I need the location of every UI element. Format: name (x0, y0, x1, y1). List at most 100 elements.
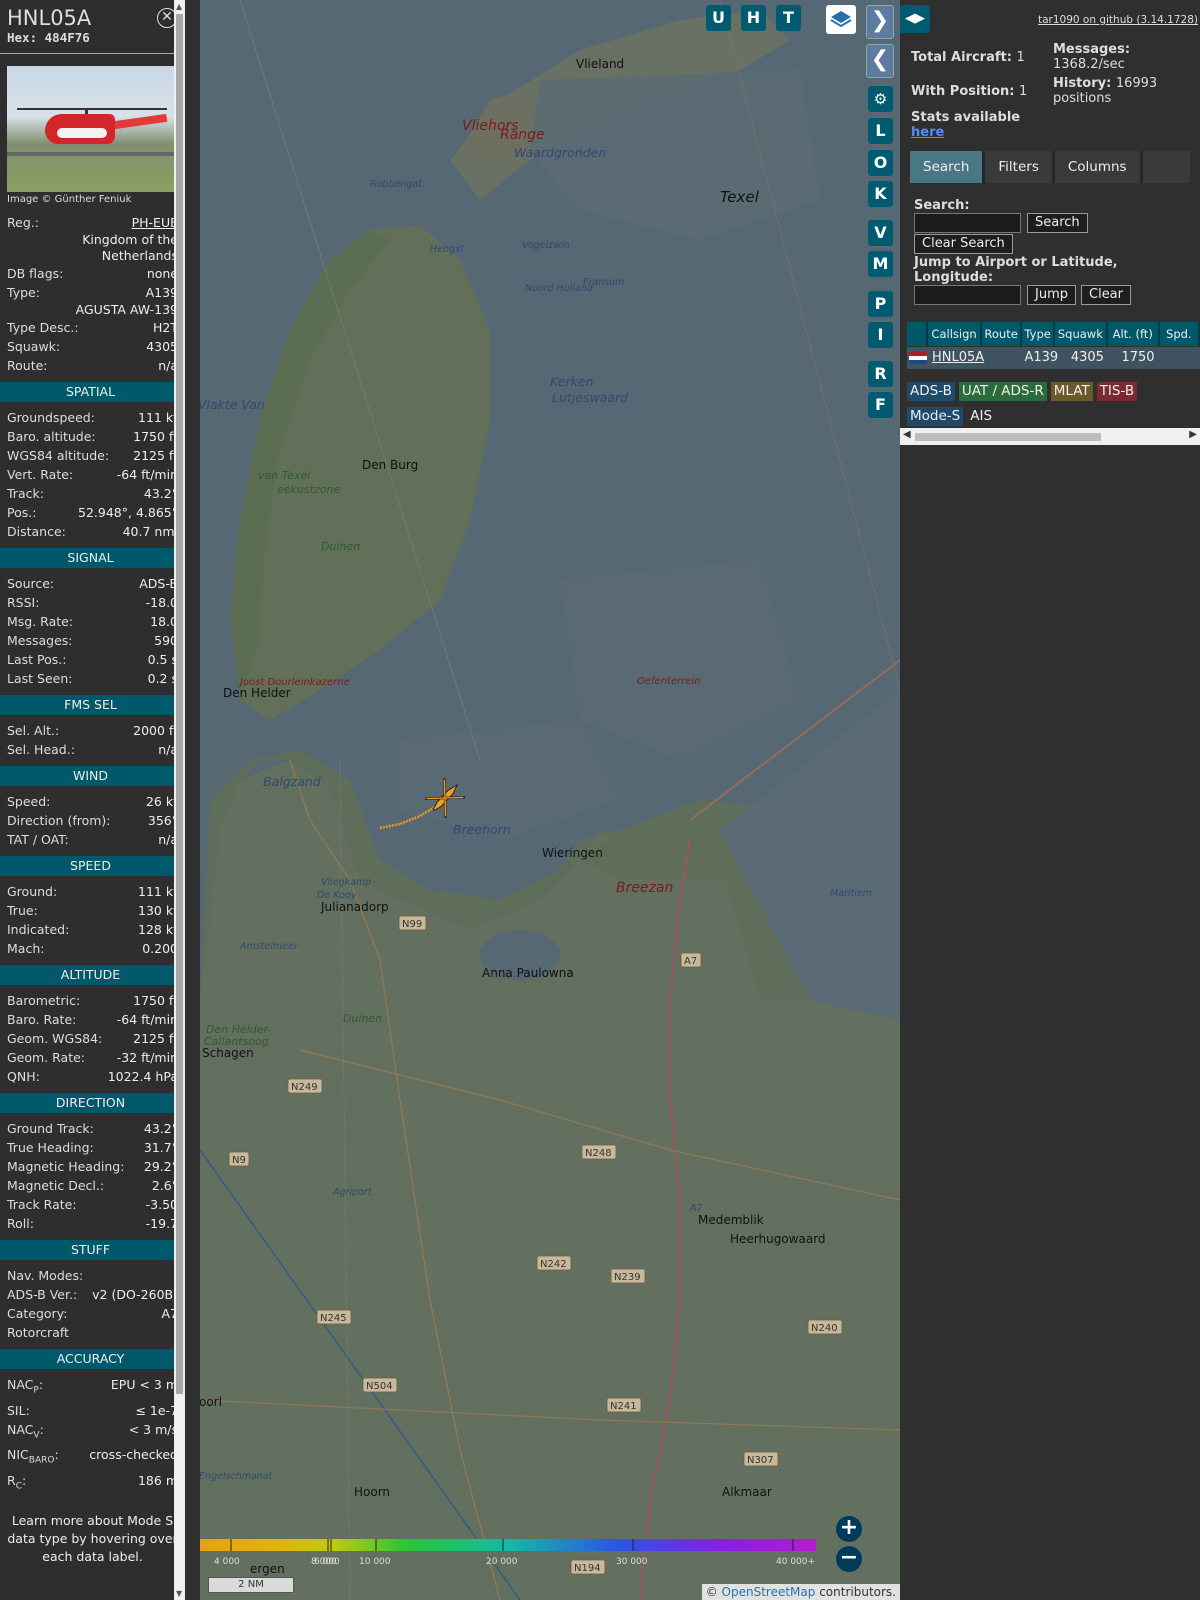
info-label[interactable]: Track: (7, 484, 44, 503)
info-value: ≤ 1e-7 (135, 1402, 178, 1418)
settings-gear-icon[interactable]: ⚙ (868, 86, 893, 112)
info-label[interactable]: Msg. Rate: (7, 612, 73, 631)
info-label[interactable]: NICBARO: (7, 1445, 59, 1471)
info-label[interactable]: Vert. Rate: (7, 465, 73, 484)
info-label[interactable]: NACP: (7, 1375, 43, 1401)
info-label[interactable]: Ground Track: (7, 1119, 94, 1138)
info-label[interactable]: Rotorcraft (7, 1323, 69, 1342)
map-button-u[interactable]: U (706, 5, 731, 31)
info-label[interactable]: Baro. altitude: (7, 427, 96, 446)
info-label[interactable]: Mach: (7, 939, 44, 958)
column-header[interactable]: Callsign (928, 322, 980, 346)
info-label[interactable]: QNH: (7, 1067, 40, 1086)
section-header-signal[interactable]: SIGNAL (0, 548, 181, 568)
info-label[interactable]: Direction (from): (7, 811, 111, 830)
column-header[interactable]: Type (1022, 322, 1053, 346)
map-button-f[interactable]: F (868, 392, 893, 418)
info-label[interactable]: Ground: (7, 882, 57, 901)
info-label[interactable]: Messages: (7, 631, 73, 650)
sidebar-scrollbar[interactable]: ▲ ▼ (174, 0, 185, 1600)
info-value: 1750 ft (133, 429, 178, 444)
info-label[interactable]: Barometric: (7, 991, 80, 1010)
section-header-altitude[interactable]: ALTITUDE (0, 965, 181, 985)
info-label[interactable]: Magnetic Decl.: (7, 1176, 104, 1195)
section-header-stuff[interactable]: STUFF (0, 1240, 181, 1260)
map-button-h[interactable]: H (741, 5, 766, 31)
info-label[interactable]: Sel. Alt.: (7, 721, 59, 740)
zoom-in-button[interactable]: + (836, 1516, 862, 1542)
section-header-direction[interactable]: DIRECTION (0, 1093, 181, 1113)
zoom-out-button[interactable]: − (836, 1546, 862, 1572)
column-header[interactable]: Spd. (1159, 322, 1198, 346)
cell-callsign[interactable]: HNL05A (929, 347, 984, 369)
info-label[interactable]: Groundspeed: (7, 408, 95, 427)
clear-search-button[interactable]: Clear Search (914, 234, 1013, 254)
info-label[interactable]: Last Pos.: (7, 650, 66, 669)
info-row: WGS84 altitude: 2125 ft (0, 446, 185, 465)
section-header-fms-sel[interactable]: FMS SEL (0, 695, 181, 715)
stats-here-link[interactable]: here (911, 125, 944, 140)
info-label[interactable]: RC: (7, 1471, 26, 1497)
info-label[interactable]: NACV: (7, 1420, 44, 1446)
registration-link[interactable]: PH-EUE (132, 213, 178, 232)
info-label[interactable]: Distance: (7, 522, 66, 541)
info-label[interactable]: Geom. Rate: (7, 1048, 85, 1067)
info-label[interactable]: Roll: (7, 1214, 34, 1233)
map-button-i[interactable]: I (868, 322, 893, 348)
jump-input[interactable] (914, 285, 1021, 305)
map-button-t[interactable]: T (776, 5, 801, 31)
chevron-left-icon[interactable]: ❮ (866, 44, 894, 78)
tab-columns[interactable]: Columns (1054, 151, 1140, 183)
info-label[interactable]: WGS84 altitude: (7, 446, 109, 465)
tab-search[interactable]: Search (910, 151, 983, 183)
map-view[interactable]: Vlieland Vliehors Range Waardgronden Texel De… (200, 0, 900, 1600)
osm-link[interactable]: OpenStreetMap (722, 1585, 816, 1599)
info-label[interactable]: TAT / OAT: (7, 830, 69, 849)
column-header[interactable]: Alt. (ft) (1107, 322, 1158, 346)
clear-jump-button[interactable]: Clear (1081, 285, 1131, 305)
map-button-m[interactable]: M (868, 251, 893, 277)
map-button-v[interactable]: V (868, 220, 893, 246)
info-label[interactable]: ADS-B Ver.: (7, 1285, 77, 1304)
info-label[interactable]: Track Rate: (7, 1195, 77, 1214)
info-row: True: 130 kt (0, 901, 185, 920)
search-input[interactable] (914, 213, 1021, 233)
flag-column-header[interactable] (907, 322, 927, 346)
map-button-r[interactable]: R (868, 361, 893, 387)
section-header-speed[interactable]: SPEED (0, 856, 181, 876)
jump-button[interactable]: Jump (1027, 285, 1076, 305)
table-horizontal-scrollbar[interactable]: ◀ ▶ (900, 428, 1200, 445)
info-label[interactable]: Speed: (7, 792, 50, 811)
info-label[interactable]: Nav. Modes: (7, 1266, 83, 1285)
aircraft-photo[interactable] (7, 66, 178, 192)
info-label[interactable]: Geom. WGS84: (7, 1029, 102, 1048)
map-button-o[interactable]: O (868, 150, 893, 176)
search-button[interactable]: Search (1027, 213, 1088, 233)
layers-icon[interactable] (826, 5, 856, 34)
info-label[interactable]: Baro. Rate: (7, 1010, 76, 1029)
info-label[interactable]: Category: (7, 1304, 67, 1323)
tab-filters[interactable]: Filters (985, 151, 1052, 183)
section-header-wind[interactable]: WIND (0, 766, 181, 786)
table-row[interactable]: HNL05A A139 4305 1750 (907, 347, 1200, 369)
info-label[interactable]: Sel. Head.: (7, 740, 75, 759)
column-header[interactable]: Route (981, 322, 1021, 346)
section-header-spatial[interactable]: SPATIAL (0, 382, 181, 402)
info-label[interactable]: Magnetic Heading: (7, 1157, 124, 1176)
column-header[interactable]: Squawk (1054, 322, 1106, 346)
info-label[interactable]: Last Seen: (7, 669, 72, 688)
info-label[interactable]: True: (7, 901, 38, 920)
info-label[interactable]: SIL: (7, 1401, 30, 1420)
section-header-accuracy[interactable]: ACCURACY (0, 1349, 181, 1369)
github-link[interactable]: tar1090 on github (3.14.1728) (1038, 14, 1198, 26)
split-toggle-icon[interactable]: ◀▶ (900, 5, 930, 33)
info-label[interactable]: Source: (7, 574, 54, 593)
map-button-k[interactable]: K (868, 181, 893, 207)
map-button-p[interactable]: P (868, 291, 893, 317)
info-label[interactable]: Pos.: (7, 503, 36, 522)
info-label[interactable]: RSSI: (7, 593, 39, 612)
info-label[interactable]: True Heading: (7, 1138, 94, 1157)
chevron-right-icon[interactable]: ❯ (866, 5, 894, 39)
info-label[interactable]: Indicated: (7, 920, 69, 939)
map-button-l[interactable]: L (868, 118, 893, 144)
